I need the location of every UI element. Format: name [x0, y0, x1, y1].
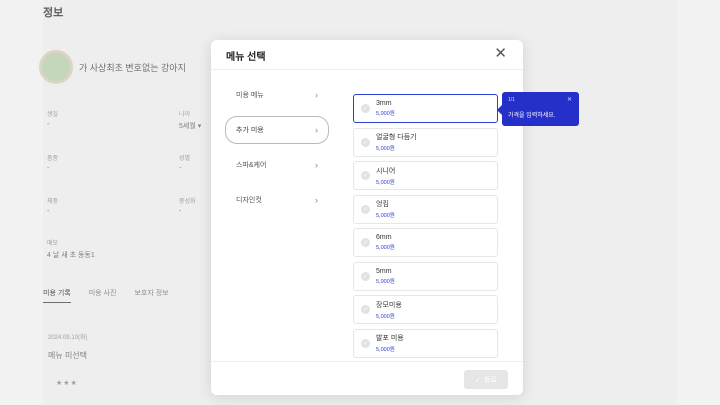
check-icon: ✓: [361, 305, 370, 314]
option-price: 5,000원: [376, 111, 395, 117]
close-icon[interactable]: ✕: [494, 46, 507, 62]
modal-header: 메뉴 선택 ✕: [211, 40, 523, 70]
option-price: 5,000원: [376, 179, 395, 186]
option-name: 장모미용: [376, 301, 402, 309]
option-price: 5,000원: [376, 146, 395, 152]
chevron-right-icon: ›: [315, 195, 318, 205]
option-card[interactable]: ✓ 시니어 5,000원: [353, 161, 498, 190]
tooltip-text: 가격을 입력하세요.: [508, 113, 556, 119]
tooltip-step: 1/1: [508, 97, 515, 103]
check-icon: ✓: [361, 271, 370, 281]
category-list: 미용 메뉴 › 추가 미용 › 스파&케어 › 디자인컷 ›: [225, 81, 329, 221]
option-card[interactable]: ✓ 장모미용 5,000원: [353, 295, 498, 324]
option-card[interactable]: ✓ 6mm 5,000원: [353, 228, 498, 257]
confirm-label: 완료: [483, 376, 497, 384]
close-icon[interactable]: ✕: [567, 96, 572, 103]
check-icon: ✓: [361, 238, 370, 247]
confirm-button[interactable]: ✓ 완료: [464, 370, 508, 389]
modal-footer: ✓ 완료: [211, 361, 523, 395]
option-card[interactable]: ✓ 엉킴 5,000원: [353, 194, 498, 224]
option-price: 5,000원: [376, 313, 395, 320]
chevron-right-icon: ›: [315, 125, 318, 135]
option-name: 엉킴: [376, 201, 389, 208]
check-icon: ✓: [361, 104, 370, 113]
option-name: 6mm: [376, 234, 392, 241]
check-icon: ✓: [361, 137, 370, 147]
option-card[interactable]: ✓ 3mm 5,000원: [353, 94, 498, 123]
option-price: 5,000원: [376, 245, 395, 251]
option-price: 5,000원: [376, 278, 395, 285]
option-price: 5,000원: [376, 347, 395, 353]
category-label: 추가 미용: [236, 127, 264, 134]
modal-title: 메뉴 선택: [226, 52, 266, 63]
category-label: 디자인컷: [236, 197, 262, 204]
category-label: 스파&케어: [236, 162, 267, 169]
category-label: 미용 메뉴: [236, 92, 264, 99]
category-item[interactable]: 스파&케어 ›: [225, 151, 329, 179]
option-price: 5,000원: [376, 213, 395, 219]
option-card[interactable]: ✓ 5mm 5,000원: [353, 261, 498, 291]
option-name: 얼굴형 다듬기: [376, 134, 417, 141]
category-item[interactable]: 미용 메뉴 ›: [225, 81, 329, 109]
chevron-right-icon: ›: [315, 160, 318, 170]
price-tooltip: 1/1 ✕ 가격을 입력하세요.: [497, 92, 579, 126]
option-card[interactable]: ✓ 발포 미용 5,000원: [353, 328, 498, 358]
option-name: 3mm: [376, 100, 392, 107]
option-name: 시니어: [376, 167, 396, 175]
check-icon: ✓: [361, 338, 370, 348]
option-card[interactable]: ✓ 얼굴형 다듬기 5,000원: [353, 127, 498, 157]
option-name: 발포 미용: [376, 335, 404, 342]
check-icon: ✓: [361, 204, 370, 214]
category-item[interactable]: 추가 미용 ›: [225, 116, 329, 144]
chevron-right-icon: ›: [315, 90, 318, 100]
menu-select-modal: 메뉴 선택 ✕ 미용 메뉴 › 추가 미용 › 스파&케어 › 디자인컷 › ✓…: [211, 40, 523, 395]
category-item[interactable]: 디자인컷 ›: [225, 186, 329, 214]
check-icon: ✓: [361, 171, 370, 180]
option-name: 5mm: [376, 267, 392, 275]
check-icon: ✓: [475, 376, 481, 384]
option-list: ✓ 3mm 5,000원 ✓ 얼굴형 다듬기 5,000원 ✓ 시니어 5,000원 …: [353, 94, 498, 362]
